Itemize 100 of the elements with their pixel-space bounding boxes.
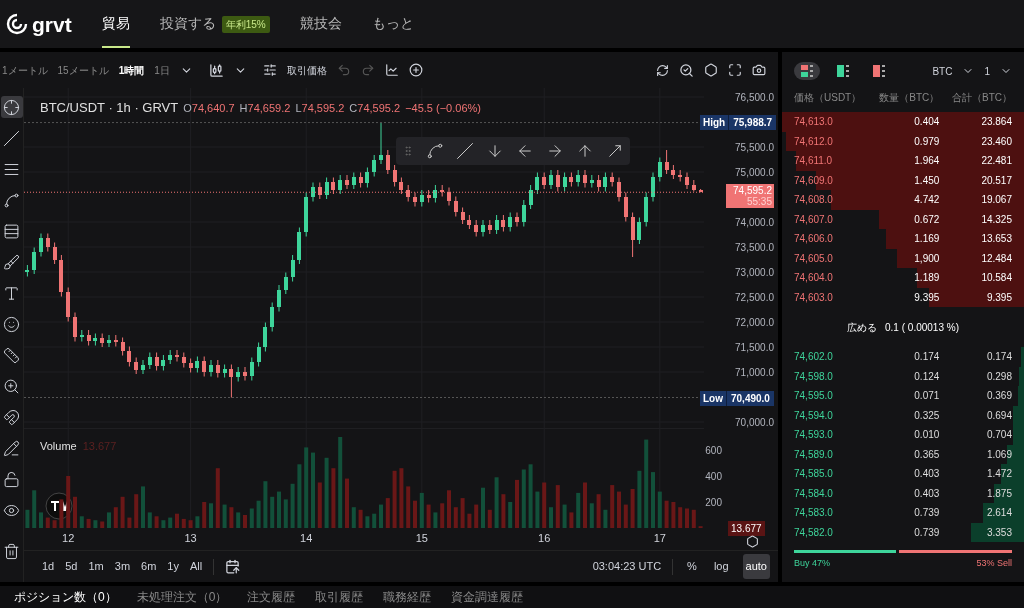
- ask-price[interactable]: 74,609.0: [794, 172, 833, 188]
- bar: [555, 485, 560, 528]
- asset-dropdown[interactable]: BTC: [932, 63, 975, 79]
- candles-icon[interactable]: [208, 62, 224, 78]
- bottom-tab[interactable]: ポジション数（0）: [14, 588, 117, 606]
- candlestick: [630, 212, 635, 258]
- total-text: 19.067: [981, 193, 1012, 208]
- bid-price[interactable]: 74,602.0: [794, 349, 833, 365]
- bid-price[interactable]: 74,595.0: [794, 388, 833, 404]
- arrow-diagonal-icon[interactable]: [606, 142, 624, 160]
- book-layout-icon: [873, 65, 885, 77]
- fullscreen-icon[interactable]: [728, 63, 742, 77]
- add-icon[interactable]: [408, 63, 423, 77]
- scale-toggle[interactable]: log: [710, 554, 732, 579]
- ask-price[interactable]: 74,603.0: [794, 289, 833, 305]
- range-button[interactable]: 1y: [167, 558, 179, 575]
- bottom-tab[interactable]: 取引履歴: [315, 588, 364, 606]
- bar: [107, 512, 111, 528]
- arrow-down-icon[interactable]: [486, 142, 504, 160]
- range-button[interactable]: 6m: [141, 558, 157, 575]
- candlestick: [202, 356, 207, 377]
- ask-price[interactable]: 74,604.0: [794, 270, 833, 286]
- scale-toggle[interactable]: %: [684, 554, 700, 579]
- bid-price[interactable]: 74,583.0: [794, 505, 833, 521]
- bar: [399, 468, 404, 528]
- ask-price[interactable]: 74,612.0: [794, 133, 833, 149]
- bid-price[interactable]: 74,584.0: [794, 485, 833, 501]
- bottom-tab[interactable]: 未処理注文（0）: [136, 588, 228, 606]
- ask-price[interactable]: 74,606.0: [794, 231, 833, 247]
- bid-price[interactable]: 74,598.0: [794, 368, 833, 384]
- refresh-icon[interactable]: [656, 63, 669, 77]
- candlestick: [664, 149, 669, 175]
- curve-icon[interactable]: [426, 142, 444, 160]
- price-source-button[interactable]: 取引価格: [286, 62, 327, 78]
- bar: [120, 496, 125, 528]
- bid-price[interactable]: 74,585.0: [794, 466, 833, 482]
- range-button[interactable]: 1d: [42, 558, 55, 575]
- bid-price[interactable]: 74,593.0: [794, 427, 833, 443]
- bar: [52, 520, 57, 528]
- crosshair-icon[interactable]: [0, 96, 23, 118]
- interval-tab[interactable]: 1時間: [118, 62, 145, 78]
- zoom-icon[interactable]: [679, 62, 694, 78]
- bid-price[interactable]: 74,582.0: [794, 524, 833, 540]
- bar: [79, 516, 84, 528]
- bottom-tab[interactable]: 注文履歴: [247, 588, 296, 606]
- bid-depth-bar: [970, 522, 1024, 542]
- buy-ratio: Buy 47%: [794, 557, 831, 570]
- arrow-right-icon[interactable]: [546, 142, 564, 160]
- bid-price[interactable]: 74,594.0: [794, 407, 833, 423]
- nav-link[interactable]: 投資する: [159, 0, 216, 48]
- bar: [623, 504, 628, 528]
- bar: [202, 502, 207, 528]
- bottom-tab[interactable]: 職務経歴: [383, 588, 432, 606]
- settings-icon[interactable]: [704, 63, 718, 77]
- bar: [222, 504, 227, 528]
- bar: [657, 491, 662, 528]
- interval-tab[interactable]: 1日: [154, 62, 170, 78]
- price-tick: 75,500.0: [735, 142, 774, 153]
- bar: [209, 503, 213, 528]
- settings-icon[interactable]: [746, 535, 759, 548]
- camera-icon[interactable]: [752, 63, 766, 77]
- ask-price[interactable]: 74,611.0: [794, 153, 833, 169]
- total-text: 10.584: [981, 271, 1012, 286]
- candlestick: [603, 172, 608, 192]
- line-icon[interactable]: [456, 142, 474, 160]
- undo-icon[interactable]: [336, 63, 351, 77]
- redo-icon[interactable]: [360, 63, 375, 77]
- bar: [664, 500, 669, 528]
- line-chart-icon[interactable]: [384, 63, 399, 77]
- total-text: 0.174: [986, 350, 1012, 365]
- date-tick: 15: [415, 532, 428, 544]
- bottom-tab[interactable]: 資金調達履歴: [451, 588, 524, 606]
- nav-link[interactable]: もっと: [371, 0, 414, 48]
- step-dropdown[interactable]: 1: [984, 63, 1012, 79]
- bar: [385, 498, 390, 528]
- date-tick: 13: [184, 532, 197, 544]
- indicator-icon[interactable]: [262, 63, 277, 77]
- ask-price[interactable]: 74,607.0: [794, 211, 833, 227]
- ask-price[interactable]: 74,608.0: [794, 192, 833, 208]
- bar: [433, 512, 438, 528]
- bid-price[interactable]: 74,589.0: [794, 446, 833, 462]
- range-button[interactable]: 3m: [114, 558, 131, 575]
- date-tick: 17: [653, 532, 666, 544]
- ask-price[interactable]: 74,613.0: [794, 114, 833, 130]
- nav-link[interactable]: 貿易: [101, 0, 130, 48]
- calendar-icon[interactable]: [225, 559, 241, 574]
- bar: [270, 496, 275, 528]
- ask-price[interactable]: 74,605.0: [794, 250, 833, 266]
- range-button[interactable]: 1m: [88, 558, 104, 575]
- total-text: 22.481: [981, 154, 1012, 169]
- volume-tick: 400: [705, 471, 722, 482]
- nav-link[interactable]: 競技会: [299, 0, 342, 48]
- book-view-button[interactable]: [794, 62, 820, 80]
- scale-toggle[interactable]: auto: [742, 554, 770, 579]
- drag-handle-icon[interactable]: [402, 145, 414, 157]
- range-button[interactable]: 5d: [65, 558, 78, 575]
- interval-tab[interactable]: 15メートル: [57, 62, 109, 78]
- bar: [345, 478, 349, 528]
- interval-tab[interactable]: 1メートル: [2, 62, 48, 78]
- range-button[interactable]: All: [189, 558, 203, 575]
